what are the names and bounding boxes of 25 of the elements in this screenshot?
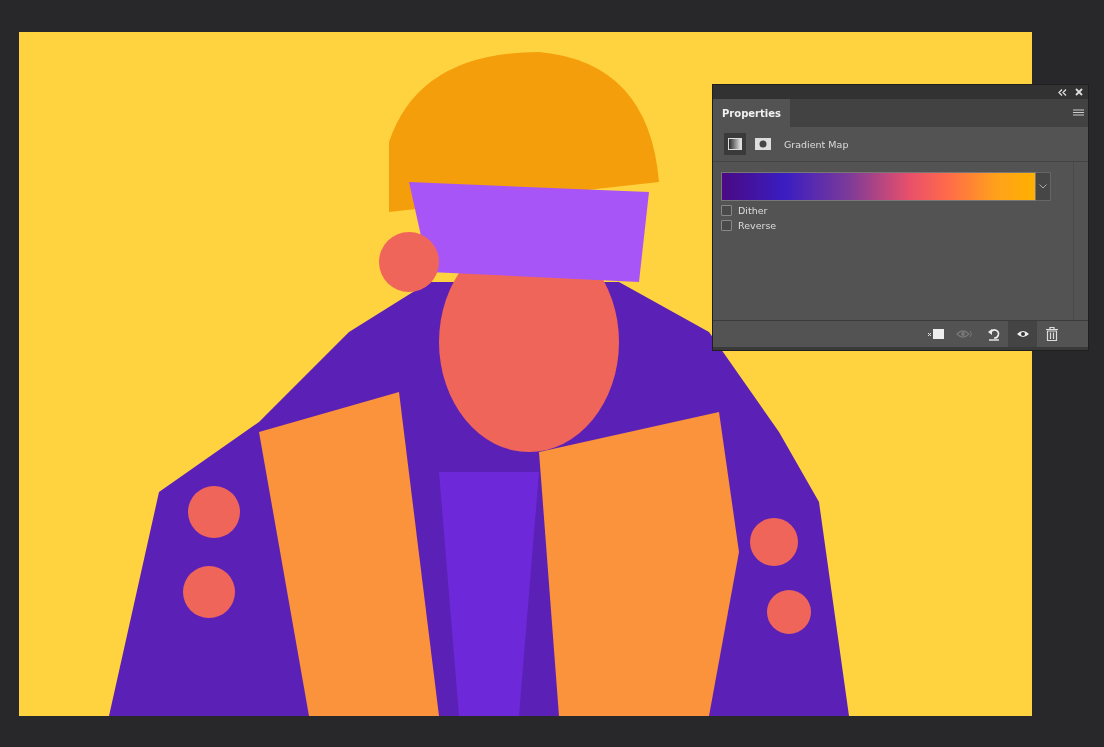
- checkbox[interactable]: [721, 205, 732, 216]
- option-checkbox[interactable]: Dither: [721, 205, 768, 216]
- adjustment-layer-button[interactable]: [724, 133, 746, 155]
- panel-menu-button[interactable]: [1073, 109, 1084, 117]
- gradient-preview[interactable]: [721, 172, 1036, 201]
- adjustment-title: Gradient Map: [784, 138, 849, 150]
- eye-arrow-icon: [955, 328, 974, 340]
- checkbox-label: Reverse: [738, 220, 777, 231]
- eye-icon: [1015, 329, 1030, 339]
- gradient-icon: [728, 138, 742, 150]
- clip-icon: [926, 328, 945, 340]
- collapse-button[interactable]: [1058, 88, 1067, 96]
- checkbox-label: Dither: [738, 205, 768, 216]
- visibility-button[interactable]: [1008, 321, 1037, 347]
- properties-tab[interactable]: Properties: [713, 99, 790, 127]
- close-button[interactable]: [1075, 88, 1083, 96]
- menu-icon: [1073, 109, 1084, 117]
- option-checkbox[interactable]: Reverse: [721, 220, 777, 231]
- mask-icon: [755, 138, 771, 150]
- chevron-down-icon: [1039, 184, 1047, 189]
- close-icon: [1075, 88, 1083, 96]
- undo-icon: [986, 327, 1001, 341]
- double-chevron-icon: [1058, 88, 1067, 96]
- checkbox[interactable]: [721, 220, 732, 231]
- trash-icon: [1045, 327, 1058, 341]
